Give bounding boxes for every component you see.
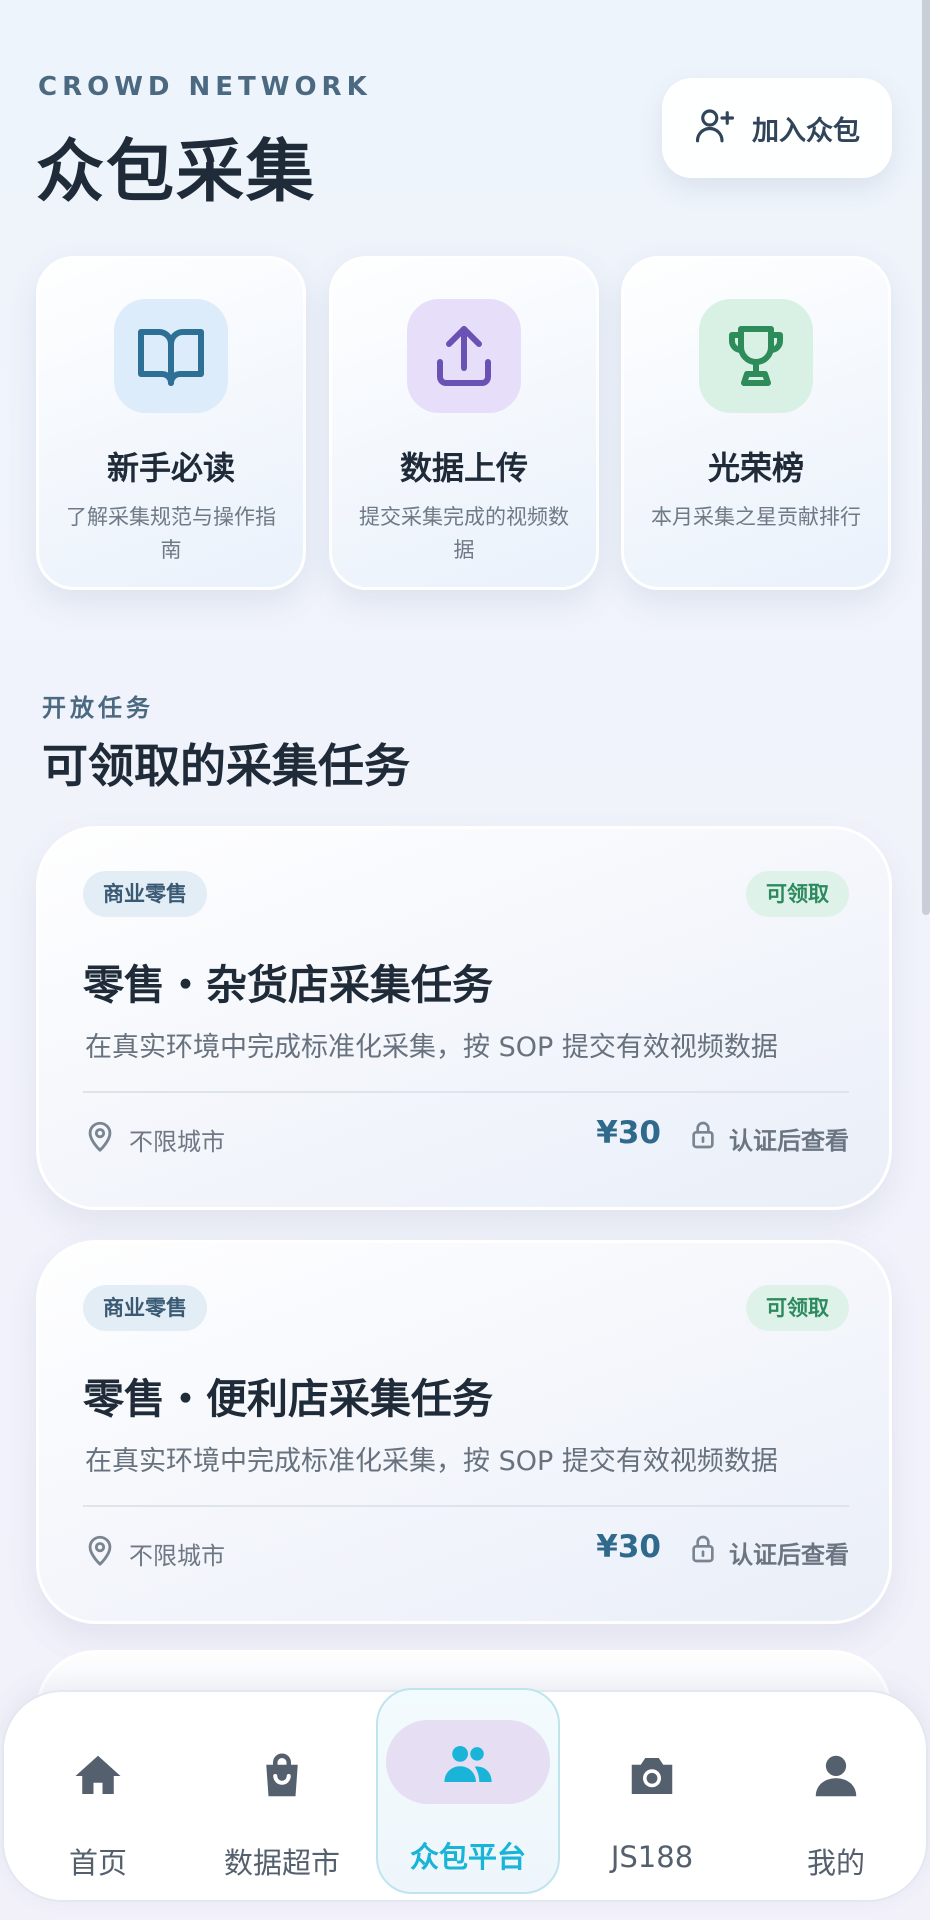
nav-item-data-market[interactable]: 数据超市	[190, 1692, 374, 1904]
home-icon	[63, 1746, 133, 1806]
feature-title: 新手必读	[106, 449, 235, 487]
nav-item-js188[interactable]: JS188	[560, 1692, 744, 1904]
feature-desc: 本月采集之星贡献排行	[651, 505, 861, 529]
feature-card-leaderboard[interactable]: 光荣榜 本月采集之星贡献排行	[621, 256, 891, 590]
nav-item-profile[interactable]: 我的	[744, 1692, 928, 1904]
nav-label: JS188	[610, 1840, 694, 1874]
users-icon	[433, 1734, 503, 1794]
header-eyebrow: CROWD NETWORK	[38, 72, 372, 102]
task-price: ¥30	[596, 1529, 661, 1565]
location-pin-icon	[83, 1119, 117, 1159]
add-user-icon	[694, 104, 736, 153]
feature-desc: 提交采集完成的视频数据	[359, 505, 569, 562]
status-badge: 可领取	[746, 871, 849, 917]
task-card[interactable]: 商业零售 可领取 零售・杂货店采集任务 在真实环境中完成标准化采集，按 SOP …	[36, 826, 892, 1210]
divider	[83, 1091, 849, 1093]
lock-icon	[687, 1533, 719, 1571]
book-icon	[114, 299, 228, 413]
lock-label: 认证后查看	[729, 1540, 849, 1569]
nav-label: 数据超市	[223, 1846, 340, 1880]
task-title: 零售・杂货店采集任务	[83, 961, 493, 1009]
feature-title: 光荣榜	[707, 449, 804, 487]
feature-card-guide[interactable]: 新手必读 了解采集规范与操作指南	[36, 256, 306, 590]
verify-to-view-link[interactable]: 认证后查看	[687, 1119, 849, 1157]
lock-icon	[687, 1119, 719, 1157]
shopping-bag-icon	[247, 1746, 317, 1806]
section-title: 可领取的采集任务	[42, 739, 410, 793]
divider	[83, 1505, 849, 1507]
bottom-nav: 首页 数据超市 众包平台 JS188 我的	[2, 1688, 928, 1904]
feature-card-upload[interactable]: 数据上传 提交采集完成的视频数据	[329, 256, 599, 590]
task-location: 不限城市	[83, 1119, 225, 1159]
feature-title: 数据上传	[399, 449, 528, 487]
page-title: 众包采集	[36, 133, 317, 212]
nav-item-crowd-platform[interactable]: 众包平台	[376, 1688, 560, 1894]
location-label: 不限城市	[129, 1541, 225, 1570]
task-card[interactable]: 商业零售 可领取 零售・便利店采集任务 在真实环境中完成标准化采集，按 SOP …	[36, 1240, 892, 1624]
status-badge: 可领取	[746, 1285, 849, 1331]
lock-label: 认证后查看	[729, 1126, 849, 1155]
category-tag: 商业零售	[83, 1285, 207, 1331]
task-title: 零售・便利店采集任务	[83, 1375, 493, 1423]
upload-icon	[407, 299, 521, 413]
trophy-icon	[699, 299, 813, 413]
user-icon	[801, 1746, 871, 1806]
location-pin-icon	[83, 1533, 117, 1573]
category-tag: 商业零售	[83, 871, 207, 917]
nav-label: 我的	[806, 1846, 865, 1880]
scrollbar[interactable]	[922, 0, 930, 915]
nav-label: 首页	[68, 1846, 127, 1880]
task-description: 在真实环境中完成标准化采集，按 SOP 提交有效视频数据	[85, 1032, 778, 1063]
verify-to-view-link[interactable]: 认证后查看	[687, 1533, 849, 1571]
join-crowd-label: 加入众包	[752, 115, 860, 147]
join-crowd-button[interactable]: 加入众包	[662, 78, 892, 178]
camera-icon	[617, 1746, 687, 1806]
feature-desc: 了解采集规范与操作指南	[66, 505, 276, 562]
task-description: 在真实环境中完成标准化采集，按 SOP 提交有效视频数据	[85, 1446, 778, 1477]
task-price: ¥30	[596, 1115, 661, 1151]
section-eyebrow: 开放任务	[42, 694, 154, 722]
location-label: 不限城市	[129, 1127, 225, 1156]
nav-item-home[interactable]: 首页	[6, 1692, 190, 1904]
nav-label: 众包平台	[409, 1840, 526, 1874]
task-location: 不限城市	[83, 1533, 225, 1573]
